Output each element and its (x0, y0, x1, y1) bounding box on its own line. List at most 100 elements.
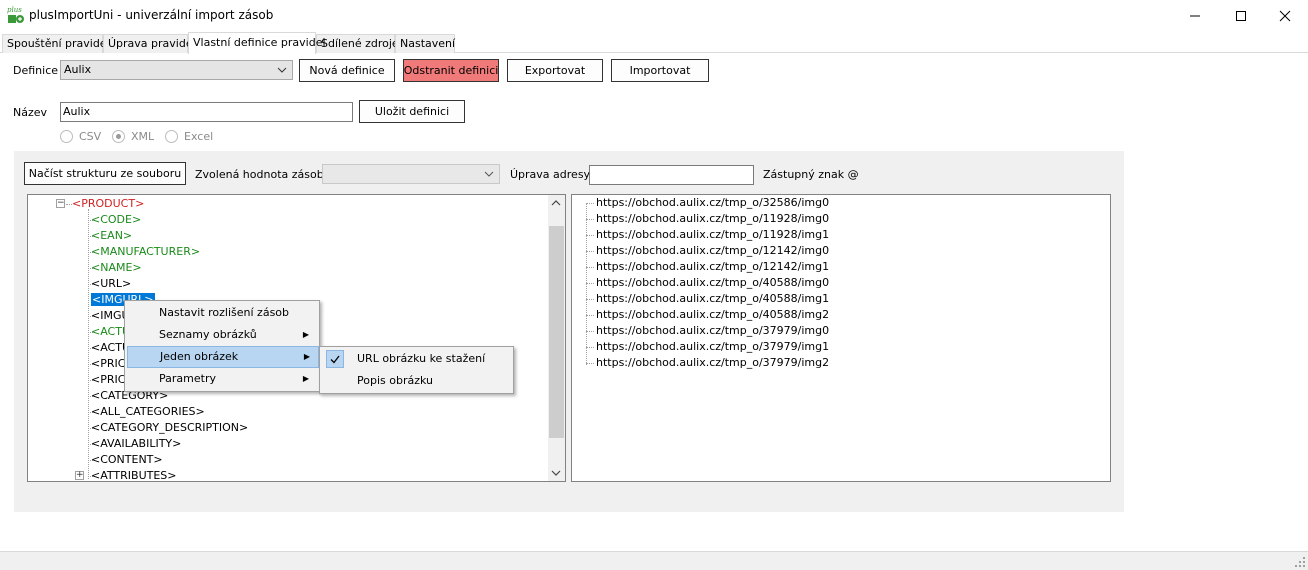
resize-grip-icon[interactable] (1295, 557, 1305, 567)
tree-node-label: <ATTRIBUTES> (91, 469, 177, 482)
context-menu: Nastavit rozlišení zásob Seznamy obrázků… (124, 300, 320, 392)
checkmark-icon (326, 350, 344, 368)
address-edit-label: Úprava adresy (510, 168, 591, 181)
chevron-down-icon (483, 165, 495, 183)
scroll-down-icon[interactable] (551, 470, 561, 476)
url-list-item[interactable]: https://obchod.aulix.cz/tmp_o/37979/img2 (596, 355, 829, 371)
close-button[interactable] (1262, 0, 1308, 32)
submenu-item-image-url[interactable]: URL obrázku ke stažení (322, 348, 511, 370)
tree-node-label: <AVAILABILITY> (91, 437, 182, 450)
list-connector (586, 331, 594, 332)
tab-strip: Spouštění pravidel Úprava pravidel Vlast… (0, 32, 1308, 54)
tab-run-rules[interactable]: Spouštění pravidel (2, 34, 110, 53)
definition-selected-value: Aulix (64, 63, 92, 76)
address-edit-input[interactable] (589, 165, 754, 185)
submenu-arrow-icon: ▶ (302, 374, 309, 383)
tab-settings[interactable]: Nastavení (395, 34, 455, 53)
tree-node[interactable]: <AVAILABILITY> (91, 436, 181, 451)
expand-icon[interactable]: + (75, 471, 84, 480)
plus-app-icon: plus (7, 5, 25, 25)
tree-node[interactable]: <URL> (91, 276, 131, 291)
tree-node-label: <MANUFACTURER> (91, 245, 201, 258)
url-list-item[interactable]: https://obchod.aulix.cz/tmp_o/11928/img1 (596, 227, 829, 243)
import-button[interactable]: Importovat (611, 59, 709, 82)
chevron-down-icon (276, 61, 288, 79)
list-connector (586, 219, 594, 220)
url-list-item[interactable]: https://obchod.aulix.cz/tmp_o/32586/img0 (596, 195, 829, 211)
close-icon (1279, 10, 1291, 22)
tab-shared-sources[interactable]: Sdílené zdroje (316, 34, 399, 53)
url-list-item[interactable]: https://obchod.aulix.cz/tmp_o/40588/img0 (596, 275, 829, 291)
url-list-item[interactable]: https://obchod.aulix.cz/tmp_o/12142/img1 (596, 259, 829, 275)
status-bar (0, 551, 1308, 570)
tree-node[interactable]: <CODE> (91, 212, 141, 227)
list-connector (586, 267, 594, 268)
name-input[interactable]: Aulix (60, 102, 353, 122)
scroll-up-icon[interactable] (551, 200, 561, 206)
radio-csv-label: CSV (79, 130, 102, 143)
tree-node[interactable]: <ATTRIBUTES> (91, 468, 177, 482)
window-title: plusImportUni - univerzální import zásob (29, 8, 274, 22)
submenu-arrow-icon: ▶ (303, 352, 310, 361)
tree-node-root[interactable]: <PRODUCT> (72, 196, 144, 211)
tree-node[interactable]: <CATEGORY_DESCRIPTION> (91, 420, 248, 435)
svg-text:plus: plus (7, 6, 22, 14)
radio-excel[interactable]: Excel (165, 130, 213, 143)
radio-circle (60, 130, 73, 143)
url-list-item[interactable]: https://obchod.aulix.cz/tmp_o/40588/img2 (596, 307, 829, 323)
menu-item-stock-resolution[interactable]: Nastavit rozlišení zásob (127, 302, 317, 324)
minimize-button[interactable] (1172, 0, 1218, 32)
new-definition-button[interactable]: Nová definice (299, 59, 395, 82)
submenu-item-label: Popis obrázku (357, 374, 433, 387)
tree-node[interactable]: <ALL_CATEGORIES> (91, 404, 205, 419)
selected-value-label: Zvolená hodnota zásoby (195, 168, 331, 181)
delete-definition-button[interactable]: Odstranit definici (403, 59, 499, 82)
url-list[interactable]: https://obchod.aulix.cz/tmp_o/32586/img0… (571, 194, 1111, 482)
selected-value-select[interactable] (322, 164, 500, 184)
tree-node-label: <EAN> (91, 229, 133, 242)
tab-custom-definitions[interactable]: Vlastní definice pravidel (188, 32, 326, 54)
tree-node-label: <ALL_CATEGORIES> (91, 405, 205, 418)
tab-edit-rules[interactable]: Úprava pravidel (103, 34, 196, 53)
radio-circle (165, 130, 178, 143)
collapse-icon[interactable]: − (56, 199, 65, 208)
tree-node-label: <CONTENT> (91, 453, 163, 466)
url-list-item[interactable]: https://obchod.aulix.cz/tmp_o/37979/img0 (596, 323, 829, 339)
menu-item-parameters[interactable]: Parametry ▶ (127, 368, 317, 390)
menu-item-single-image[interactable]: Jeden obrázek ▶ (127, 346, 319, 368)
list-connector (586, 235, 594, 236)
list-connector (586, 283, 594, 284)
tree-node[interactable]: <NAME> (91, 260, 142, 275)
list-connector (586, 203, 594, 204)
url-list-item[interactable]: https://obchod.aulix.cz/tmp_o/11928/img0 (596, 211, 829, 227)
url-list-item[interactable]: https://obchod.aulix.cz/tmp_o/12142/img0 (596, 243, 829, 259)
tree-scroll-thumb[interactable] (549, 226, 564, 438)
radio-csv[interactable]: CSV (60, 130, 101, 143)
submenu-arrow-icon: ▶ (302, 330, 309, 339)
tree-node[interactable]: <EAN> (91, 228, 132, 243)
tree-node-label: <URL> (91, 277, 132, 290)
menu-item-image-lists[interactable]: Seznamy obrázků ▶ (127, 324, 317, 346)
tree-node[interactable]: <PRIC (91, 372, 125, 387)
radio-xml[interactable]: XML (112, 130, 154, 143)
load-structure-button[interactable]: Načíst strukturu ze souboru (24, 162, 186, 185)
placeholder-label: Zástupný znak @ (763, 168, 859, 181)
tree-node[interactable]: <MANUFACTURER> (91, 244, 200, 259)
url-list-item[interactable]: https://obchod.aulix.cz/tmp_o/37979/img1 (596, 339, 829, 355)
maximize-icon (1236, 11, 1246, 21)
radio-xml-label: XML (131, 130, 155, 143)
submenu-item-image-description[interactable]: Popis obrázku (322, 370, 511, 392)
list-connector (586, 347, 594, 348)
maximize-button[interactable] (1218, 0, 1264, 32)
save-definition-button[interactable]: Uložit definici (359, 100, 465, 123)
export-button[interactable]: Exportovat (507, 59, 603, 82)
definition-label: Definice (13, 64, 59, 77)
tree-node[interactable]: <CONTENT> (91, 452, 163, 467)
radio-circle-checked (112, 130, 125, 143)
menu-item-label: Nastavit rozlišení zásob (159, 306, 290, 319)
definition-select[interactable]: Aulix (60, 60, 293, 80)
title-bar: plus plusImportUni - univerzální import … (0, 0, 1308, 32)
tree-node[interactable]: <PRIC (91, 356, 125, 371)
url-list-item[interactable]: https://obchod.aulix.cz/tmp_o/40588/img1 (596, 291, 829, 307)
tree-node-label: <PRIC (91, 373, 126, 386)
